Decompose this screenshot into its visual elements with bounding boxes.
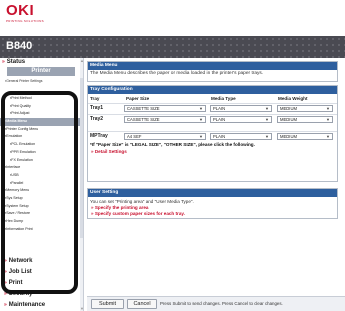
media-type-select[interactable]: PLAIN ▼ bbox=[210, 133, 272, 140]
sidebar-item-sys-setup[interactable]: ▪Sys Setup bbox=[0, 195, 80, 203]
sidebar-item-fx-emulation[interactable]: ▪FX Emulation bbox=[0, 157, 80, 165]
column-header: Tray bbox=[90, 96, 100, 101]
sidebar-item-memory-menu[interactable]: ▪Memory Menu bbox=[0, 187, 80, 195]
sidebar-section-joblist[interactable]: » Job List bbox=[4, 269, 32, 275]
action-hint: Press Submit to send changes. Press Canc… bbox=[160, 301, 283, 306]
media-type-select[interactable]: PLAIN ▼ bbox=[210, 105, 272, 112]
column-header: Media Weight bbox=[278, 96, 308, 101]
paper-size-select[interactable]: CASSETTE SIZE ▼ bbox=[124, 105, 206, 112]
media-weight-select[interactable]: MEDIUM ▼ bbox=[277, 116, 333, 123]
scrollbar-thumb[interactable] bbox=[80, 78, 83, 238]
sidebar-section-maintenance[interactable]: » Maintenance bbox=[4, 302, 45, 308]
logo-text: OKI bbox=[6, 2, 35, 19]
chevron-down-icon: ▼ bbox=[326, 117, 330, 122]
chevron-down-icon: ▼ bbox=[326, 134, 330, 139]
oki-logo: OKI PRINTING SOLUTIONS bbox=[6, 3, 48, 23]
sidebar-scrollbar[interactable]: ▲ ▼ bbox=[80, 58, 83, 311]
tray-name: MPTray bbox=[90, 133, 108, 139]
sidebar: » Status Printer ▪General Printer Setting… bbox=[0, 58, 84, 311]
sidebar-menu-list: ▪Print Method ▪Print Quality ▪Print Adjust… bbox=[0, 95, 80, 233]
sidebar-item-emulation[interactable]: ▪Emulation bbox=[0, 133, 80, 141]
chevron-down-icon: ▼ bbox=[199, 117, 203, 122]
expand-arrow-icon: » bbox=[4, 291, 7, 297]
sidebar-item-media-menu[interactable]: ▪Media Menu bbox=[0, 118, 80, 126]
sidebar-item-printer[interactable]: Printer bbox=[7, 67, 75, 76]
scroll-down-icon[interactable]: ▼ bbox=[80, 306, 83, 311]
sidebar-item-hex-dump[interactable]: ▪Hex Dump bbox=[0, 218, 80, 226]
sidebar-section-print[interactable]: » Print bbox=[4, 280, 22, 286]
paper-size-select[interactable]: CASSETTE SIZE ▼ bbox=[124, 116, 206, 123]
sidebar-item-save-restore[interactable]: ▪Save / Restore bbox=[0, 210, 80, 218]
sidebar-item-print-adjust[interactable]: ▪Print Adjust bbox=[0, 110, 80, 118]
sidebar-item-parallel[interactable]: ▪Parallel bbox=[0, 180, 80, 188]
chevron-down-icon: ▼ bbox=[199, 106, 203, 111]
media-menu-panel: Media Menu The Media Menu describes the … bbox=[87, 61, 338, 82]
sidebar-item-interface[interactable]: ▪Interface bbox=[0, 164, 80, 172]
media-type-select[interactable]: PLAIN ▼ bbox=[210, 116, 272, 123]
column-header: Media Type bbox=[211, 96, 236, 101]
panel-title: Tray Configuration bbox=[88, 86, 337, 94]
tray-name: Tray2 bbox=[90, 116, 104, 122]
submit-button[interactable]: Submit bbox=[91, 299, 124, 309]
expand-arrow-icon: » bbox=[4, 258, 7, 264]
expand-arrow-icon: » bbox=[4, 280, 7, 286]
table-row: Tray2 CASSETTE SIZE ▼ PLAIN ▼ MEDIUM ▼ bbox=[88, 114, 337, 123]
panel-description: The Media Menu describes the paper or me… bbox=[90, 71, 264, 76]
model-name: B840 bbox=[6, 40, 33, 52]
sidebar-item-information-print[interactable]: ▪Information Print bbox=[0, 226, 80, 234]
logo-tagline: PRINTING SOLUTIONS bbox=[6, 19, 44, 23]
table-row: MPTray A4 SEF ▼ PLAIN ▼ MEDIUM ▼ bbox=[88, 131, 337, 140]
sidebar-section-network[interactable]: » Network bbox=[4, 258, 32, 264]
page-header: OKI PRINTING SOLUTIONS bbox=[0, 0, 345, 27]
chevron-down-icon: ▼ bbox=[265, 117, 269, 122]
sidebar-item-system-setup[interactable]: ▪System Setup bbox=[0, 203, 80, 211]
paper-size-select[interactable]: A4 SEF ▼ bbox=[124, 133, 206, 140]
panel-description: You can set "Printing area" and "User Me… bbox=[90, 199, 194, 204]
chevron-down-icon: ▼ bbox=[199, 134, 203, 139]
main-content: Media Menu The Media Menu describes the … bbox=[87, 58, 345, 311]
printing-area-link[interactable]: » Specify the printing area bbox=[91, 205, 148, 210]
panel-title: Media Menu bbox=[88, 62, 337, 70]
panel-title: User Setting bbox=[88, 189, 337, 197]
tray-configuration-panel: Tray Configuration Tray Paper Size Media… bbox=[87, 85, 338, 182]
sidebar-item-printer-config-menu[interactable]: ▪Printer Config Menu bbox=[0, 126, 80, 134]
sidebar-item-ppr-emulation[interactable]: ▪PPR Emulation bbox=[0, 149, 80, 157]
expand-arrow-icon: » bbox=[4, 269, 7, 275]
sidebar-item-pcl-emulation[interactable]: ▪PCL Emulation bbox=[0, 141, 80, 149]
custom-paper-size-link[interactable]: » Specify custom paper sizes for each tr… bbox=[91, 211, 185, 216]
user-setting-panel: User Setting You can set "Printing area"… bbox=[87, 188, 338, 219]
cancel-button[interactable]: Cancel bbox=[127, 299, 157, 309]
detail-settings-link[interactable]: » Detail Settings bbox=[91, 149, 127, 154]
action-bar: Submit Cancel Press Submit to send chang… bbox=[87, 296, 345, 311]
dot-pattern bbox=[0, 36, 345, 58]
expand-arrow-icon: » bbox=[4, 302, 7, 308]
paper-size-note: *If "Paper Size" is "LEGAL SIZE", "OTHER… bbox=[90, 142, 255, 147]
sidebar-section-status[interactable]: » Status bbox=[2, 59, 25, 65]
sidebar-item-usb[interactable]: ▪USB bbox=[0, 172, 80, 180]
chevron-down-icon: ▼ bbox=[326, 106, 330, 111]
table-row: Tray1 CASSETTE SIZE ▼ PLAIN ▼ MEDIUM ▼ bbox=[88, 103, 337, 112]
chevron-down-icon: ▼ bbox=[265, 106, 269, 111]
media-weight-select[interactable]: MEDIUM ▼ bbox=[277, 105, 333, 112]
sidebar-item-print-method[interactable]: ▪Print Method bbox=[0, 95, 80, 103]
sidebar-item-print-quality[interactable]: ▪Print Quality bbox=[0, 103, 80, 111]
scroll-up-icon[interactable]: ▲ bbox=[80, 58, 83, 63]
sidebar-item-general[interactable]: ▪General Printer Settings bbox=[5, 79, 42, 83]
chevron-down-icon: ▼ bbox=[265, 134, 269, 139]
column-header: Paper Size bbox=[126, 96, 150, 101]
expand-arrow-icon: » bbox=[2, 59, 5, 65]
tray-name: Tray1 bbox=[90, 105, 104, 111]
sidebar-section-security[interactable]: » Security bbox=[4, 291, 32, 297]
model-bar: B840 bbox=[0, 36, 345, 58]
media-weight-select[interactable]: MEDIUM ▼ bbox=[277, 133, 333, 140]
